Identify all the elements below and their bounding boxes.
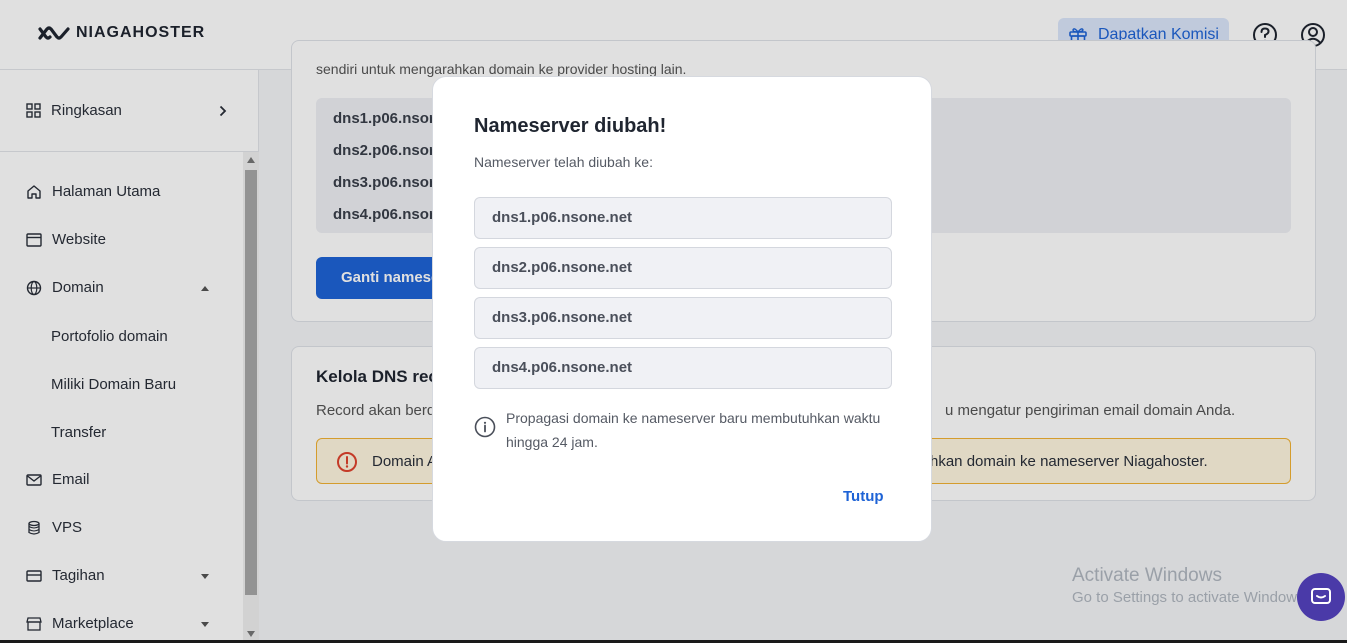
- dialog-nameserver-field: dns4.p06.nsone.net: [474, 347, 892, 389]
- dialog-title: Nameserver diubah!: [474, 115, 667, 137]
- dialog-nameserver-field: dns3.p06.nsone.net: [474, 297, 892, 339]
- propagation-info-text: Propagasi domain ke nameserver baru memb…: [506, 410, 881, 450]
- chat-support-button[interactable]: [1297, 573, 1345, 621]
- activate-windows-title: Activate Windows: [1072, 565, 1222, 586]
- dialog-nameserver-field: dns1.p06.nsone.net: [474, 197, 892, 239]
- dialog-nameserver-field: dns2.p06.nsone.net: [474, 247, 892, 289]
- close-button[interactable]: Tutup: [843, 488, 884, 505]
- nameserver-changed-dialog: Nameserver diubah! Nameserver telah diub…: [432, 76, 932, 542]
- activate-windows-subtitle: Go to Settings to activate Windows.: [1072, 589, 1309, 606]
- info-icon: [474, 416, 496, 443]
- dialog-subtitle: Nameserver telah diubah ke:: [474, 154, 653, 170]
- chat-icon: [1311, 588, 1331, 604]
